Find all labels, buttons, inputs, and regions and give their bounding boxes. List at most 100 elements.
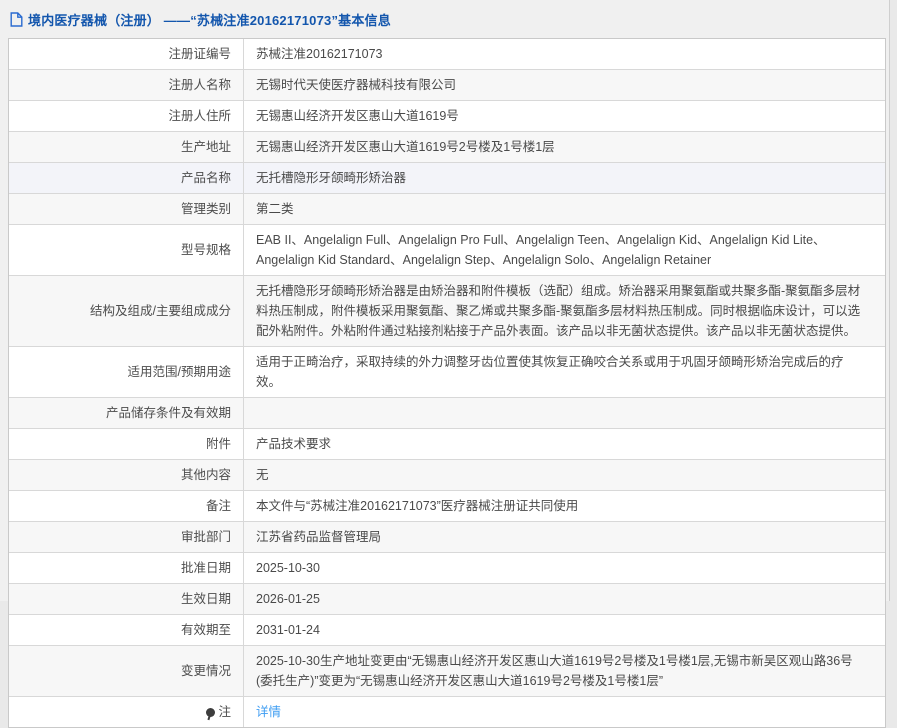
row-value: 第二类 <box>244 194 885 224</box>
table-row: 变更情况 2025-10-30生产地址变更由“无锡惠山经济开发区惠山大道1619号… <box>9 645 885 696</box>
table-row: 管理类别 第二类 <box>9 193 885 224</box>
row-label-text: 适用范围/预期用途 <box>128 362 231 382</box>
row-value: EAB II、Angelalign Full、Angelalign Pro Fu… <box>244 225 885 275</box>
row-value: 2025-10-30生产地址变更由“无锡惠山经济开发区惠山大道1619号2号楼及… <box>244 646 885 696</box>
row-value: 无托槽隐形牙颌畸形矫治器 <box>244 163 885 193</box>
row-value-text: 适用于正畸治疗，采取持续的外力调整牙齿位置使其恢复正确咬合关系或用于巩固牙颌畸形… <box>256 355 844 389</box>
table-row: 批准日期 2025-10-30 <box>9 552 885 583</box>
row-label-text: 注册人住所 <box>168 106 231 126</box>
row-label: 其他内容 <box>9 460 244 490</box>
row-value-text: 无锡惠山经济开发区惠山大道1619号 <box>256 109 459 123</box>
row-label-text: 有效期至 <box>181 620 231 640</box>
row-value-text: 无托槽隐形牙颌畸形矫治器 <box>256 171 406 185</box>
row-value-text: 江苏省药品监督管理局 <box>256 530 381 544</box>
row-value-text: 第二类 <box>256 202 294 216</box>
row-label-text: 审批部门 <box>181 527 231 547</box>
table-row: 生效日期 2026-01-25 <box>9 583 885 614</box>
row-label-text: 其他内容 <box>181 465 231 485</box>
row-value-text: 产品技术要求 <box>256 437 331 451</box>
row-value: 无 <box>244 460 885 490</box>
page-title: 境内医疗器械（注册） ——“苏械注准20162171073”基本信息 <box>28 10 391 29</box>
info-table: 注册证编号 苏械注准20162171073 注册人名称 无锡时代天使医疗器械科技有限公… <box>8 38 886 728</box>
row-value-text: 苏械注准20162171073 <box>256 47 382 61</box>
detail-link[interactable]: 详情 <box>256 705 281 719</box>
row-value-text: 2031-01-24 <box>256 623 320 637</box>
row-label: 管理类别 <box>9 194 244 224</box>
row-value: 产品技术要求 <box>244 429 885 459</box>
row-label: 附件 <box>9 429 244 459</box>
table-row: 其他内容 无 <box>9 459 885 490</box>
row-label: 有效期至 <box>9 615 244 645</box>
table-row: 注册人住所 无锡惠山经济开发区惠山大道1619号 <box>9 100 885 131</box>
row-label-text: 管理类别 <box>181 199 231 219</box>
table-row: 注 详情 <box>9 696 885 727</box>
row-value: 江苏省药品监督管理局 <box>244 522 885 552</box>
row-label: 注 <box>9 697 244 727</box>
table-row: 产品储存条件及有效期 <box>9 397 885 428</box>
row-label-text: 注 <box>218 702 231 722</box>
row-value-text: EAB II、Angelalign Full、Angelalign Pro Fu… <box>256 233 826 267</box>
row-label: 备注 <box>9 491 244 521</box>
table-row: 产品名称 无托槽隐形牙颌畸形矫治器 <box>9 162 885 193</box>
row-label: 产品储存条件及有效期 <box>9 398 244 428</box>
row-label-text: 生产地址 <box>181 137 231 157</box>
row-label-text: 产品名称 <box>181 168 231 188</box>
row-value: 2025-10-30 <box>244 553 885 583</box>
row-label: 注册证编号 <box>9 39 244 69</box>
row-label-text: 变更情况 <box>181 661 231 681</box>
row-label-text: 备注 <box>206 496 231 516</box>
row-value: 2026-01-25 <box>244 584 885 614</box>
row-value: 本文件与“苏械注准20162171073”医疗器械注册证共同使用 <box>244 491 885 521</box>
row-value: 适用于正畸治疗，采取持续的外力调整牙齿位置使其恢复正确咬合关系或用于巩固牙颌畸形… <box>244 347 885 397</box>
row-label-text: 注册人名称 <box>168 75 231 95</box>
row-label: 审批部门 <box>9 522 244 552</box>
balloon-icon <box>206 708 215 717</box>
row-value: 无锡惠山经济开发区惠山大道1619号2号楼及1号楼1层 <box>244 132 885 162</box>
row-value-text: 2026-01-25 <box>256 592 320 606</box>
table-row: 注册人名称 无锡时代天使医疗器械科技有限公司 <box>9 69 885 100</box>
row-label: 生产地址 <box>9 132 244 162</box>
row-label-text: 附件 <box>206 434 231 454</box>
row-value: 无托槽隐形牙颌畸形矫治器是由矫治器和附件模板（选配）组成。矫治器采用聚氨酯或共聚… <box>244 276 885 346</box>
row-value-text: 无 <box>256 468 269 482</box>
row-value-text: 无锡时代天使医疗器械科技有限公司 <box>256 78 456 92</box>
row-value-text: 2025-10-30 <box>256 561 320 575</box>
row-value: 无锡时代天使医疗器械科技有限公司 <box>244 70 885 100</box>
table-row: 生产地址 无锡惠山经济开发区惠山大道1619号2号楼及1号楼1层 <box>9 131 885 162</box>
row-value: 苏械注准20162171073 <box>244 39 885 69</box>
row-label-text: 批准日期 <box>181 558 231 578</box>
row-label: 变更情况 <box>9 646 244 696</box>
page-header: 境内医疗器械（注册） ——“苏械注准20162171073”基本信息 <box>8 8 881 38</box>
row-label-text: 结构及组成/主要组成成分 <box>90 301 231 321</box>
row-label: 型号规格 <box>9 225 244 275</box>
row-label: 生效日期 <box>9 584 244 614</box>
record-page: 境内医疗器械（注册） ——“苏械注准20162171073”基本信息 注册证编号… <box>0 0 890 601</box>
document-icon <box>10 12 23 27</box>
table-row: 附件 产品技术要求 <box>9 428 885 459</box>
table-row: 注册证编号 苏械注准20162171073 <box>9 39 885 69</box>
table-row: 备注 本文件与“苏械注准20162171073”医疗器械注册证共同使用 <box>9 490 885 521</box>
row-value-text: 无锡惠山经济开发区惠山大道1619号2号楼及1号楼1层 <box>256 140 555 154</box>
table-row: 型号规格 EAB II、Angelalign Full、Angelalign Pr… <box>9 224 885 275</box>
row-label-text: 生效日期 <box>181 589 231 609</box>
row-label-text: 产品储存条件及有效期 <box>106 403 231 423</box>
row-value-text: 无托槽隐形牙颌畸形矫治器是由矫治器和附件模板（选配）组成。矫治器采用聚氨酯或共聚… <box>256 284 860 338</box>
row-value-text: 2025-10-30生产地址变更由“无锡惠山经济开发区惠山大道1619号2号楼及… <box>256 654 853 688</box>
row-value: 无锡惠山经济开发区惠山大道1619号 <box>244 101 885 131</box>
row-label-text: 型号规格 <box>181 240 231 260</box>
row-label: 注册人住所 <box>9 101 244 131</box>
table-row: 结构及组成/主要组成成分 无托槽隐形牙颌畸形矫治器是由矫治器和附件模板（选配）组成… <box>9 275 885 346</box>
row-label: 适用范围/预期用途 <box>9 347 244 397</box>
row-value <box>244 398 885 428</box>
row-value: 详情 <box>244 697 885 727</box>
row-label: 结构及组成/主要组成成分 <box>9 276 244 346</box>
table-row: 有效期至 2031-01-24 <box>9 614 885 645</box>
row-value-text: 本文件与“苏械注准20162171073”医疗器械注册证共同使用 <box>256 499 578 513</box>
table-row: 适用范围/预期用途 适用于正畸治疗，采取持续的外力调整牙齿位置使其恢复正确咬合关系… <box>9 346 885 397</box>
row-value: 2031-01-24 <box>244 615 885 645</box>
row-label: 批准日期 <box>9 553 244 583</box>
row-label-text: 注册证编号 <box>168 44 231 64</box>
row-label: 产品名称 <box>9 163 244 193</box>
table-row: 审批部门 江苏省药品监督管理局 <box>9 521 885 552</box>
row-label: 注册人名称 <box>9 70 244 100</box>
